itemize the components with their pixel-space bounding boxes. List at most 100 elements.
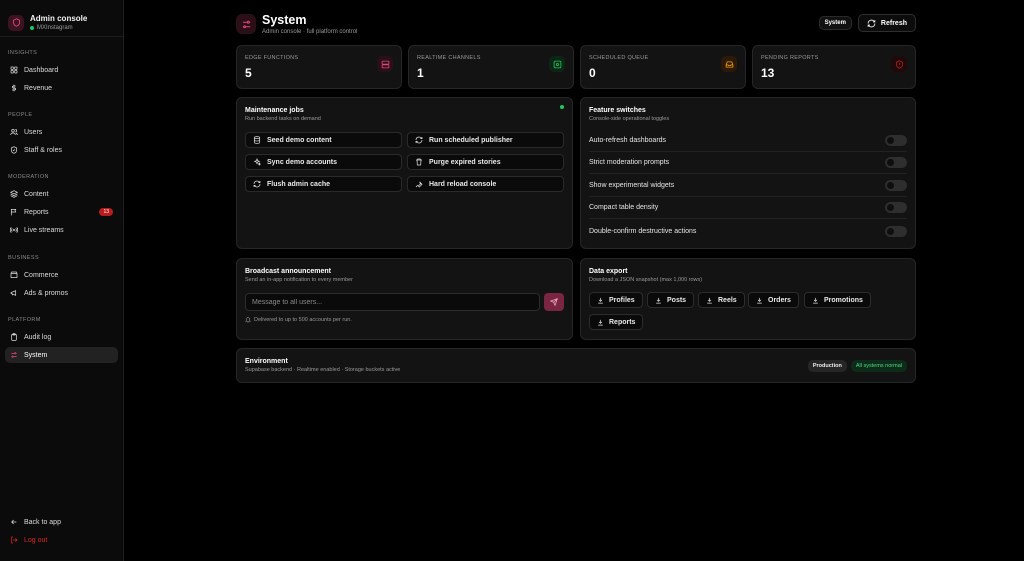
compact-density-toggle[interactable] bbox=[885, 202, 907, 213]
alert-icon bbox=[891, 56, 907, 72]
nav-section-label: BUSINESS bbox=[8, 255, 40, 261]
refresh-button[interactable]: Refresh bbox=[857, 14, 916, 32]
nav-section-label: MODERATION bbox=[8, 174, 49, 180]
nav-section-people: PEOPLE Users Staff & roles bbox=[0, 112, 123, 160]
switch-list: Auto-refresh dashboards Strict moderatio… bbox=[581, 130, 915, 248]
stat-card-pending-reports: PENDING REPORTS 13 bbox=[752, 45, 916, 89]
export-label: Posts bbox=[667, 296, 687, 304]
download-icon bbox=[656, 297, 661, 303]
export-subtitle: Download a JSON snapshot (max 1,000 rows… bbox=[589, 277, 703, 283]
grid-icon bbox=[10, 66, 18, 74]
stat-value: 0 bbox=[589, 66, 596, 80]
sidebar-item-ads-promos[interactable]: Ads & promos bbox=[5, 285, 118, 301]
job-label: Purge expired stories bbox=[429, 158, 501, 166]
online-dot-icon bbox=[30, 26, 34, 30]
export-promotions-button[interactable]: Promotions bbox=[804, 292, 871, 308]
server-icon bbox=[377, 56, 393, 72]
download-icon bbox=[707, 297, 712, 303]
send-icon bbox=[550, 298, 558, 306]
download-icon bbox=[757, 297, 762, 303]
export-label: Reels bbox=[718, 296, 737, 304]
purge-expired-stories-button[interactable]: Purge expired stories bbox=[407, 154, 564, 170]
brand-title: Admin console bbox=[30, 14, 88, 23]
data-export-card: Data export Download a JSON snapshot (ma… bbox=[580, 258, 916, 340]
switch-label: Strict moderation prompts bbox=[589, 159, 670, 166]
sidebar-item-commerce[interactable]: Commerce bbox=[5, 267, 118, 283]
switch-label: Double-confirm destructive actions bbox=[589, 227, 697, 235]
double-confirm-toggle[interactable] bbox=[885, 225, 907, 237]
sidebar-item-staff-roles[interactable]: Staff & roles bbox=[5, 142, 118, 158]
sidebar-item-label: Content bbox=[24, 190, 49, 198]
maintenance-jobs-card: Maintenance jobs Run backend tasks on de… bbox=[236, 97, 573, 249]
sidebar-item-revenue[interactable]: Revenue bbox=[5, 80, 118, 96]
export-orders-button[interactable]: Orders bbox=[748, 292, 799, 308]
auto-refresh-toggle[interactable] bbox=[885, 135, 907, 146]
sidebar-item-label: Ads & promos bbox=[24, 289, 68, 297]
broadcast-title: Broadcast announcement bbox=[245, 268, 331, 275]
broadcast-note: Delivered to up to 500 accounts per run. bbox=[245, 317, 352, 323]
refresh-icon bbox=[415, 136, 423, 144]
flush-admin-cache-button[interactable]: Flush admin cache bbox=[245, 176, 402, 192]
switch-row-double-confirm: Double-confirm destructive actions bbox=[589, 220, 907, 242]
export-reels-button[interactable]: Reels bbox=[698, 292, 745, 308]
sidebar-item-label: Revenue bbox=[24, 84, 53, 92]
bell-icon bbox=[245, 317, 251, 323]
features-subtitle: Console-side operational toggles bbox=[589, 116, 670, 122]
refresh-icon bbox=[867, 19, 876, 27]
switch-row-compact-density: Compact table density bbox=[589, 197, 907, 219]
back-to-app-label: Back to app bbox=[24, 518, 61, 526]
sidebar-item-audit-log[interactable]: Audit log bbox=[5, 329, 118, 345]
features-title: Feature switches bbox=[589, 107, 646, 114]
dollar-icon bbox=[11, 84, 17, 92]
environment-badges: Production All systems normal bbox=[807, 360, 907, 372]
clipboard-icon bbox=[11, 333, 17, 341]
logout-button[interactable]: Log out bbox=[5, 532, 118, 548]
status-dot-icon bbox=[560, 105, 564, 109]
nav-section-business: BUSINESS Commerce Ads & promos bbox=[0, 255, 123, 303]
sidebar-item-content[interactable]: Content bbox=[5, 186, 118, 202]
store-icon bbox=[10, 271, 18, 279]
export-profiles-button[interactable]: Profiles bbox=[589, 292, 643, 308]
main-content: System Admin console · full platform con… bbox=[124, 0, 1024, 561]
stat-card-scheduled-queue: SCHEDULED QUEUE 0 bbox=[580, 45, 746, 89]
job-label: Flush admin cache bbox=[267, 180, 331, 188]
maintenance-title: Maintenance jobs bbox=[245, 107, 304, 114]
run-scheduled-publisher-button[interactable]: Run scheduled publisher bbox=[407, 132, 564, 148]
export-label: Reports bbox=[609, 318, 636, 326]
stat-value: 1 bbox=[417, 66, 424, 80]
job-label: Seed demo content bbox=[267, 136, 332, 144]
database-icon bbox=[253, 136, 261, 144]
stat-card-realtime-channels: REALTIME CHANNELS 1 bbox=[408, 45, 574, 89]
nav-section-platform: PLATFORM Audit log System bbox=[0, 317, 123, 365]
stat-label: REALTIME CHANNELS bbox=[417, 55, 481, 61]
send-broadcast-button[interactable] bbox=[544, 293, 564, 311]
sidebar: Admin console MXInstagram INSIGHTS Dashb… bbox=[0, 0, 124, 561]
page-subtitle: Admin console · full platform control bbox=[262, 29, 358, 35]
sparkles-icon bbox=[253, 158, 261, 166]
inbox-icon bbox=[721, 56, 737, 72]
seed-demo-content-button[interactable]: Seed demo content bbox=[245, 132, 402, 148]
hard-reload-console-button[interactable]: Hard reload console bbox=[407, 176, 564, 192]
sidebar-item-label: Users bbox=[24, 128, 43, 136]
back-to-app-link[interactable]: Back to app bbox=[5, 514, 118, 530]
sidebar-item-live-streams[interactable]: Live streams bbox=[5, 222, 118, 238]
sidebar-item-reports[interactable]: Reports 13 bbox=[5, 204, 118, 220]
sidebar-item-users[interactable]: Users bbox=[5, 124, 118, 140]
sidebar-item-dashboard[interactable]: Dashboard bbox=[5, 62, 118, 78]
export-reports-button[interactable]: Reports bbox=[589, 314, 644, 330]
experimental-widgets-toggle[interactable] bbox=[885, 180, 907, 191]
export-title: Data export bbox=[589, 268, 628, 275]
switch-row-auto-refresh: Auto-refresh dashboards bbox=[589, 130, 907, 152]
sliders-page-icon bbox=[236, 14, 256, 34]
broadcast-message-input[interactable] bbox=[245, 293, 540, 311]
sidebar-item-system[interactable]: System bbox=[5, 347, 118, 363]
export-posts-button[interactable]: Posts bbox=[647, 292, 695, 308]
broadcast-icon bbox=[10, 227, 18, 233]
shield-logo-icon bbox=[8, 14, 24, 31]
strict-moderation-toggle[interactable] bbox=[885, 157, 907, 168]
shield-icon bbox=[10, 146, 18, 154]
download-icon bbox=[598, 319, 603, 325]
sync-demo-accounts-button[interactable]: Sync demo accounts bbox=[245, 154, 402, 170]
switch-label: Compact table density bbox=[589, 204, 659, 211]
brand[interactable]: Admin console MXInstagram bbox=[0, 0, 123, 36]
